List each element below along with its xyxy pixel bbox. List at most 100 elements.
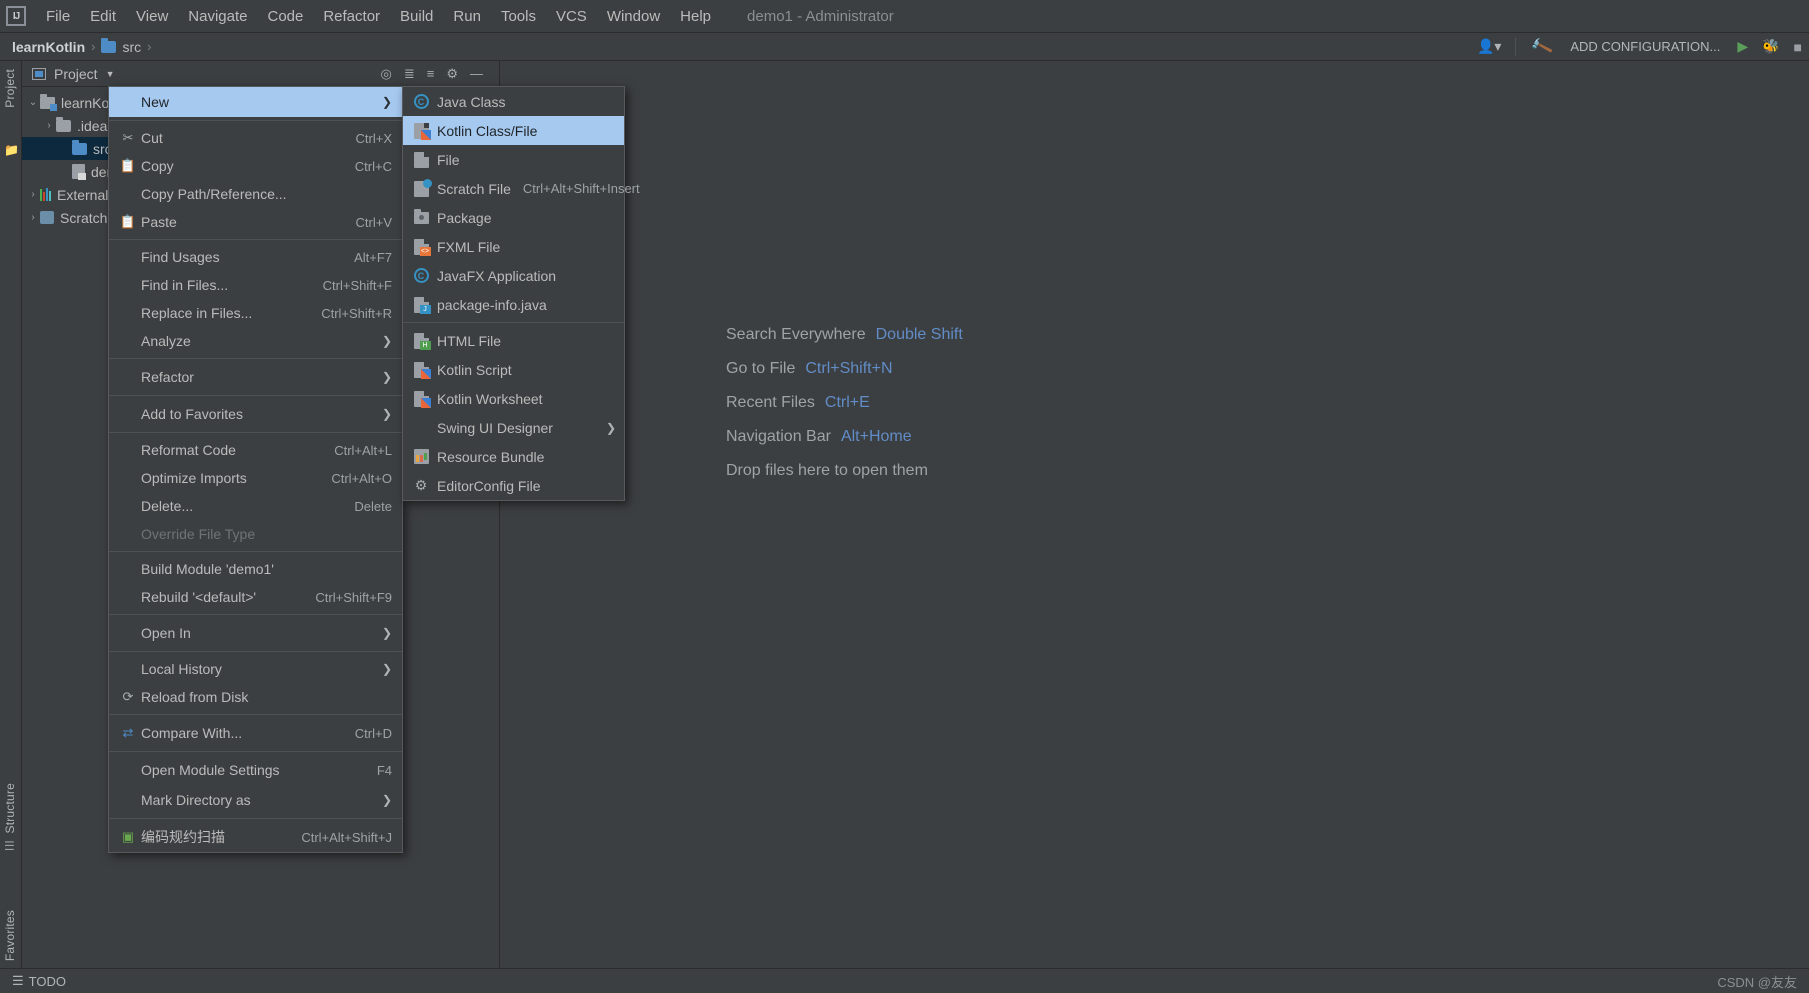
context-menu-item-mark-directory-as[interactable]: Mark Directory as ❯: [109, 785, 402, 815]
submenu-item-kotlin-class-file[interactable]: Kotlin Class/File: [403, 116, 624, 145]
chevron-right-icon[interactable]: ›: [26, 189, 40, 200]
context-menu-item-cut[interactable]: ✂ Cut Ctrl+X: [109, 124, 402, 152]
context-menu-item-open-module-settings[interactable]: Open Module Settings F4: [109, 755, 402, 785]
user-dropdown-icon[interactable]: 👤▾: [1471, 38, 1507, 55]
hint-label: Drop files here to open them: [726, 462, 928, 479]
context-menu-item-new[interactable]: New ❯: [109, 87, 402, 117]
chevron-right-icon[interactable]: ›: [42, 120, 56, 131]
sidebar-tab-project[interactable]: Project: [3, 69, 17, 108]
context-menu-item-rebuild[interactable]: Rebuild '<default>' Ctrl+Shift+F9: [109, 583, 402, 611]
menu-file[interactable]: File: [36, 5, 80, 28]
context-menu-item-reload-from-disk[interactable]: ⟳ Reload from Disk: [109, 683, 402, 711]
submenu-item-kotlin-script[interactable]: Kotlin Script: [403, 355, 624, 384]
module-icon: [40, 93, 57, 111]
menu-help[interactable]: Help: [670, 5, 721, 28]
intellij-window: IJ File Edit View Navigate Code Refactor…: [0, 0, 1809, 993]
submenu-item-editorconfig-file[interactable]: ⚙ EditorConfig File: [403, 471, 624, 500]
context-menu-item-reformat-code[interactable]: Reformat Code Ctrl+Alt+L: [109, 436, 402, 464]
menu-item-shortcut: Ctrl+Shift+F: [322, 277, 392, 293]
todo-label: TODO: [28, 973, 66, 989]
scan-icon: ▣: [121, 829, 135, 844]
todo-tool-window-button[interactable]: ☰ TODO: [12, 973, 66, 989]
breadcrumb-project[interactable]: learnKotlin: [12, 39, 85, 55]
context-menu-item-local-history[interactable]: Local History ❯: [109, 655, 402, 683]
menu-edit[interactable]: Edit: [80, 5, 126, 28]
submenu-item-kotlin-worksheet[interactable]: Kotlin Worksheet: [403, 384, 624, 413]
chevron-right-icon[interactable]: ›: [26, 212, 40, 223]
menu-item-label: Reload from Disk: [141, 689, 249, 705]
menu-view[interactable]: View: [126, 5, 178, 28]
context-menu-item-find-usages[interactable]: Find Usages Alt+F7: [109, 243, 402, 271]
java-class-icon: C: [411, 94, 431, 109]
chevron-down-icon[interactable]: ⌄: [26, 97, 40, 108]
todo-icon: ☰: [12, 973, 24, 988]
breadcrumb-src[interactable]: src: [122, 39, 141, 55]
submenu-item-fxml-file[interactable]: <> FXML File: [403, 232, 624, 261]
context-menu-item-build-module[interactable]: Build Module 'demo1': [109, 555, 402, 583]
context-menu-item-compare-with[interactable]: ⇄ Compare With... Ctrl+D: [109, 718, 402, 748]
context-menu-item-add-to-favorites[interactable]: Add to Favorites ❯: [109, 399, 402, 429]
menu-window[interactable]: Window: [597, 5, 670, 28]
submenu-item-package[interactable]: Package: [403, 203, 624, 232]
context-menu-item-find-in-files[interactable]: Find in Files... Ctrl+Shift+F: [109, 271, 402, 299]
hammer-build-icon[interactable]: 🔨: [1522, 31, 1563, 62]
menu-item-label: Find in Files...: [141, 277, 229, 293]
context-menu-item-optimize-imports[interactable]: Optimize Imports Ctrl+Alt+O: [109, 464, 402, 492]
sidebar-tab-favorites[interactable]: Favorites: [3, 910, 17, 961]
submenu-item-java-class[interactable]: C Java Class: [403, 87, 624, 116]
submenu-item-javafx-application[interactable]: C JavaFX Application: [403, 261, 624, 290]
submenu-item-swing-ui-designer[interactable]: Swing UI Designer ❯: [403, 413, 624, 442]
menu-item-label: New: [141, 94, 170, 110]
submenu-item-package-info[interactable]: J package-info.java: [403, 290, 624, 319]
menu-run[interactable]: Run: [443, 5, 491, 28]
hide-panel-icon[interactable]: —: [466, 66, 487, 81]
menu-separator: [109, 818, 402, 819]
breadcrumb-separator-1: ›: [91, 39, 96, 54]
menu-separator: [109, 239, 402, 240]
hint-label: Go to File: [726, 360, 796, 377]
folder-icon: [101, 37, 117, 53]
menu-item-shortcut: Ctrl+X: [355, 130, 392, 146]
menu-item-label: Reformat Code: [141, 442, 236, 458]
sidebar-tab-structure[interactable]: Structure: [3, 783, 17, 834]
submenu-item-html-file[interactable]: H HTML File: [403, 326, 624, 355]
menu-separator: [403, 322, 624, 323]
submenu-item-label: EditorConfig File: [437, 477, 541, 494]
settings-gear-icon[interactable]: ⚙: [442, 66, 462, 82]
fxml-file-icon: <>: [411, 238, 431, 256]
menu-build[interactable]: Build: [390, 5, 443, 28]
run-icon[interactable]: ▶: [1730, 38, 1755, 55]
submenu-item-scratch-file[interactable]: Scratch File Ctrl+Alt+Shift+Insert: [403, 174, 640, 203]
submenu-item-file[interactable]: File: [403, 145, 624, 174]
context-menu-item-copy[interactable]: 📋 Copy Ctrl+C: [109, 152, 402, 180]
debug-icon[interactable]: 🐝: [1755, 38, 1786, 55]
menu-item-label: Paste: [141, 214, 177, 230]
expand-all-icon[interactable]: ≣: [400, 66, 419, 82]
context-menu-item-open-in[interactable]: Open In ❯: [109, 618, 402, 648]
menu-item-shortcut: Alt+F7: [354, 249, 392, 265]
menu-code[interactable]: Code: [257, 5, 313, 28]
context-menu-item-replace-in-files[interactable]: Replace in Files... Ctrl+Shift+R: [109, 299, 402, 327]
submenu-item-label: Package: [437, 209, 492, 226]
collapse-all-icon[interactable]: ≡: [423, 66, 439, 81]
context-menu-item-code-scan[interactable]: ▣ 编码规约扫描 Ctrl+Alt+Shift+J: [109, 822, 402, 852]
locate-icon[interactable]: ◎: [377, 66, 396, 82]
menu-item-label: Copy: [141, 158, 174, 174]
package-info-icon: J: [411, 296, 431, 314]
context-menu-item-paste[interactable]: 📋 Paste Ctrl+V: [109, 208, 402, 236]
context-menu-item-copy-path[interactable]: Copy Path/Reference...: [109, 180, 402, 208]
context-menu-item-refactor[interactable]: Refactor ❯: [109, 362, 402, 392]
menu-item-shortcut: Ctrl+Alt+O: [331, 470, 392, 486]
menu-refactor[interactable]: Refactor: [313, 5, 390, 28]
menu-navigate[interactable]: Navigate: [178, 5, 257, 28]
menu-tools[interactable]: Tools: [491, 5, 546, 28]
menu-vcs[interactable]: VCS: [546, 5, 597, 28]
stop-icon[interactable]: ■: [1787, 39, 1809, 55]
submenu-item-resource-bundle[interactable]: Resource Bundle: [403, 442, 624, 471]
hint-key: Ctrl+E: [824, 394, 870, 411]
context-menu-item-analyze[interactable]: Analyze ❯: [109, 327, 402, 355]
context-menu: New ❯ ✂ Cut Ctrl+X 📋 Copy Ctrl+C Copy Pa…: [108, 86, 403, 853]
add-configuration-button[interactable]: ADD CONFIGURATION...: [1560, 39, 1730, 54]
context-menu-item-delete[interactable]: Delete... Delete: [109, 492, 402, 520]
chevron-down-icon[interactable]: ▼: [106, 69, 115, 79]
